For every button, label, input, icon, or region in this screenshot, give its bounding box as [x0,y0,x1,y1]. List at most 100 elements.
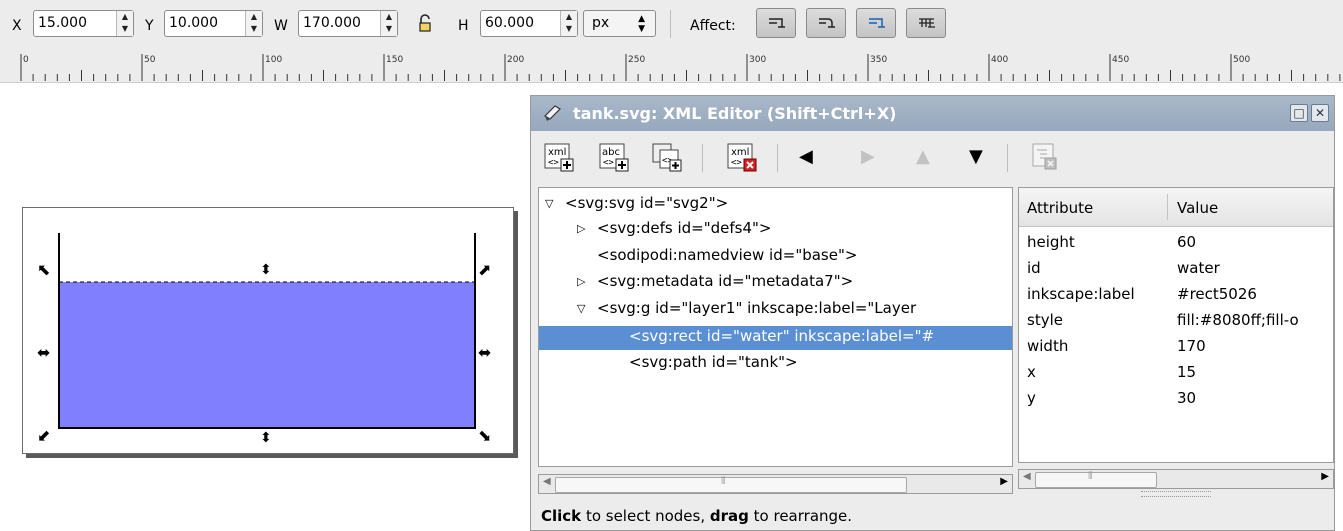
lower-node-icon[interactable]: ▼ [969,146,983,167]
affect-stroke-width-button[interactable] [756,8,796,38]
affect-patterns-button[interactable] [906,8,946,38]
scale-handle-s[interactable]: ⬍ [260,430,272,446]
scale-handle-e[interactable]: ⬌ [478,345,491,361]
scale-handle-sw[interactable]: ⬋ [37,428,50,444]
new-text-node-button[interactable]: abc <> [598,142,632,174]
duplicate-node-icon: <> [652,143,682,172]
w-spin-arrows[interactable]: ▲ ▼ [380,11,397,36]
attr-value[interactable]: 60 [1177,233,1196,251]
tree-node-water[interactable]: <svg:rect id="water" inkscape:label="# [629,327,934,345]
h-label: H [458,18,469,34]
delete-attribute-button[interactable] [1031,142,1065,174]
tree-node-layer1[interactable]: <svg:g id="layer1" inkscape:label="Layer [597,299,916,317]
scroll-left-icon[interactable]: ◀ [1023,471,1031,482]
svg-text:<>: <> [731,158,742,168]
h-spinbox[interactable]: 60.000 ▲ ▼ [480,10,578,37]
w-label: W [274,18,288,34]
y-value[interactable]: 10.000 [169,15,218,31]
attr-name[interactable]: inkscape:label [1027,285,1135,303]
scroll-right-icon[interactable]: ▶ [1321,471,1329,482]
scale-handle-n[interactable]: ⬍ [260,262,272,278]
indent-node-icon[interactable]: ▶ [861,146,875,167]
expand-toggle[interactable]: ▷ [577,275,585,288]
new-element-node-button[interactable]: xml <> [543,142,577,174]
ruler-label: 200 [507,55,525,65]
affect-gradients-button[interactable] [856,8,896,38]
tree-node-defs4[interactable]: <svg:defs id="defs4"> [597,219,771,237]
h-spin-arrows[interactable]: ▲ ▼ [560,11,577,36]
expand-toggle[interactable]: ▷ [577,222,585,235]
column-divider[interactable] [1167,194,1168,220]
y-spin-arrows[interactable]: ▲ ▼ [245,11,262,36]
xml-node-tree[interactable]: ▽ <svg:svg id="svg2"> ▷ <svg:defs id="de… [538,187,1013,467]
attr-value[interactable]: 15 [1177,363,1196,381]
attr-name[interactable]: x [1027,363,1036,381]
x-spin-arrows[interactable]: ▲ ▼ [116,11,133,36]
document-page[interactable]: ⬉ ⬍ ⬈ ⬌ ⬌ ⬋ ⬍ ⬊ [22,207,514,454]
tree-node-metadata7[interactable]: <svg:metadata id="metadata7"> [597,272,853,290]
value-column-header[interactable]: Value [1177,199,1218,217]
x-spinbox[interactable]: 15.000 ▲ ▼ [33,10,134,37]
tree-node-namedview[interactable]: <sodipodi:namedview id="base"> [597,246,857,264]
attr-value[interactable]: fill:#8080ff;fill-o [1177,311,1299,329]
affect-rounded-corners-button[interactable] [806,8,846,38]
attr-value[interactable]: 170 [1177,337,1206,355]
scale-handle-ne[interactable]: ⬈ [478,262,491,278]
dialog-titlebar[interactable]: tank.svg: XML Editor (Shift+Ctrl+X) □ ✕ [531,96,1334,131]
ruler-label: 350 [870,55,888,65]
ruler-label: 400 [991,55,1009,65]
xml-editor-dialog: tank.svg: XML Editor (Shift+Ctrl+X) □ ✕ … [530,95,1335,531]
attr-value[interactable]: 30 [1177,389,1196,407]
attributes-header: Attribute Value [1019,188,1333,227]
scroll-grip-icon: ⦀ [721,476,726,487]
attr-value[interactable]: water [1177,259,1220,277]
horizontal-ruler[interactable]: 0 50 100 150 200 250 300 350 400 450 500 [0,52,1343,83]
tree-node-tank[interactable]: <svg:path id="tank"> [629,353,798,371]
attributes-horizontal-scrollbar[interactable]: ◀ ⦀ ▶ [1018,469,1334,489]
delete-attribute-icon [1032,143,1057,170]
h-value[interactable]: 60.000 [485,15,534,31]
attribute-column-header[interactable]: Attribute [1027,199,1093,217]
ruler-label: 0 [23,55,29,65]
x-value[interactable]: 15.000 [38,15,87,31]
attr-value[interactable]: #rect5026 [1177,285,1257,303]
lock-icon[interactable] [418,14,432,38]
scroll-right-icon[interactable]: ▶ [1000,476,1008,487]
scale-handle-nw[interactable]: ⬉ [37,262,50,278]
affect-pattern-icon [919,18,935,28]
scale-handle-se[interactable]: ⬊ [478,428,491,444]
raise-node-icon[interactable]: ▲ [916,146,930,167]
attr-name[interactable]: y [1027,389,1036,407]
attr-name[interactable]: style [1027,311,1063,329]
status-text-1: to select nodes, [581,507,710,525]
tree-horizontal-scrollbar[interactable]: ◀ ⦀ ▶ [538,474,1013,494]
ruler-label: 250 [628,55,646,65]
attr-scroll-thumb[interactable]: ⦀ [1035,471,1157,488]
expand-toggle[interactable]: ▽ [577,302,585,315]
pane-resize-grip[interactable] [1141,491,1211,497]
scroll-left-icon[interactable]: ◀ [543,476,551,487]
tree-node-svg2[interactable]: <svg:svg id="svg2"> [565,194,728,212]
unit-select[interactable]: px ▲ ▼ [583,10,656,37]
new-text-node-icon: abc <> [599,143,629,172]
y-spinbox[interactable]: 10.000 ▲ ▼ [164,10,263,37]
attr-name[interactable]: id [1027,259,1041,277]
w-spinbox[interactable]: 170.000 ▲ ▼ [298,10,398,37]
maximize-button[interactable]: □ [1290,104,1308,122]
unit-value[interactable]: px [592,15,609,31]
close-button[interactable]: ✕ [1311,104,1329,122]
attributes-table[interactable]: Attribute Value height 60 id water inksc… [1018,187,1334,463]
ruler-label: 450 [1112,55,1130,65]
unit-dropdown-icon[interactable]: ▲ ▼ [638,14,645,34]
attr-name[interactable]: width [1027,337,1068,355]
affect-gradient-icon [869,18,885,28]
attr-name[interactable]: height [1027,233,1075,251]
expand-toggle[interactable]: ▽ [545,197,553,210]
duplicate-node-button[interactable]: <> [651,142,685,174]
scale-handle-w[interactable]: ⬌ [37,345,50,361]
delete-node-button[interactable]: xml <> [726,142,760,174]
tree-scroll-thumb[interactable]: ⦀ [555,476,907,493]
unindent-node-icon[interactable]: ◀ [799,146,813,167]
w-value[interactable]: 170.000 [303,15,361,31]
tank-drawing[interactable] [23,208,513,453]
